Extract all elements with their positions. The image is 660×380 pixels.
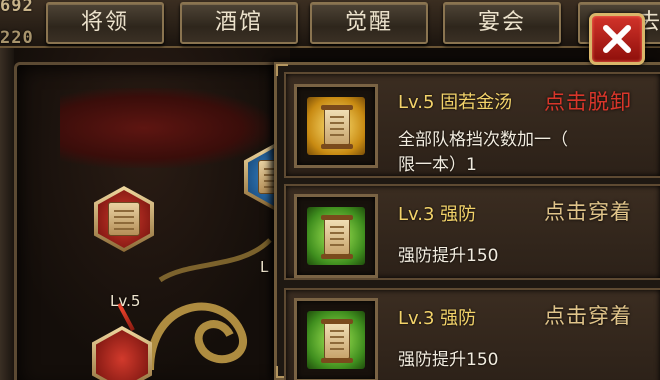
green-scroll-icon (307, 311, 365, 369)
unequip-button[interactable]: 点击脱卸 (544, 86, 632, 116)
item-title: Lv.3 强防 (398, 308, 477, 329)
equip-button[interactable]: 点击穿着 (544, 300, 632, 330)
scroll-item-card: Lv.5 固若金汤 点击脱卸 全部队格挡次数加一（ 限一本）1 (284, 72, 660, 178)
close-button[interactable] (589, 13, 645, 65)
scroll-item-card: Lv.3 强防 点击穿着 强防提升150 (284, 288, 660, 380)
close-icon (603, 25, 631, 53)
item-icon-slot[interactable] (294, 298, 378, 380)
item-title: Lv.5 固若金汤 (398, 92, 513, 113)
gold-scroll-icon (307, 97, 365, 155)
tab-banquet[interactable]: 宴会 (443, 2, 561, 44)
item-description: 强防提升150 (398, 246, 499, 266)
item-description-line: 限一本）1 (398, 155, 477, 175)
item-description: 强防提升150 (398, 350, 499, 370)
skill-node-lv5[interactable] (94, 186, 154, 252)
item-icon-slot[interactable] (294, 194, 378, 278)
item-description: 全部队格挡次数加一（ 限一本）1 (398, 128, 618, 178)
tab-generals[interactable]: 将领 (46, 2, 164, 44)
skill-node-level-label: Lv.5 (110, 292, 141, 310)
resource-counter-2: 220 (0, 28, 34, 48)
scroll-icon (108, 202, 140, 236)
equip-button[interactable]: 点击穿着 (544, 196, 632, 226)
skill-node-lower[interactable] (92, 326, 152, 380)
tab-awaken[interactable]: 觉醒 (310, 2, 428, 44)
scroll-item-card: Lv.3 强防 点击穿着 强防提升150 (284, 184, 660, 280)
resource-counter-1: 692 (0, 0, 34, 16)
item-icon-slot[interactable] (294, 84, 378, 168)
top-nav-bar: 692 220 将领 酒馆 觉醒 宴会 去 (0, 0, 660, 48)
item-title: Lv.3 强防 (398, 204, 477, 225)
green-scroll-icon (307, 207, 365, 265)
scene-edge (0, 48, 14, 380)
item-description-line: 全部队格挡次数加一（ (398, 130, 568, 150)
tab-tavern[interactable]: 酒馆 (180, 2, 298, 44)
